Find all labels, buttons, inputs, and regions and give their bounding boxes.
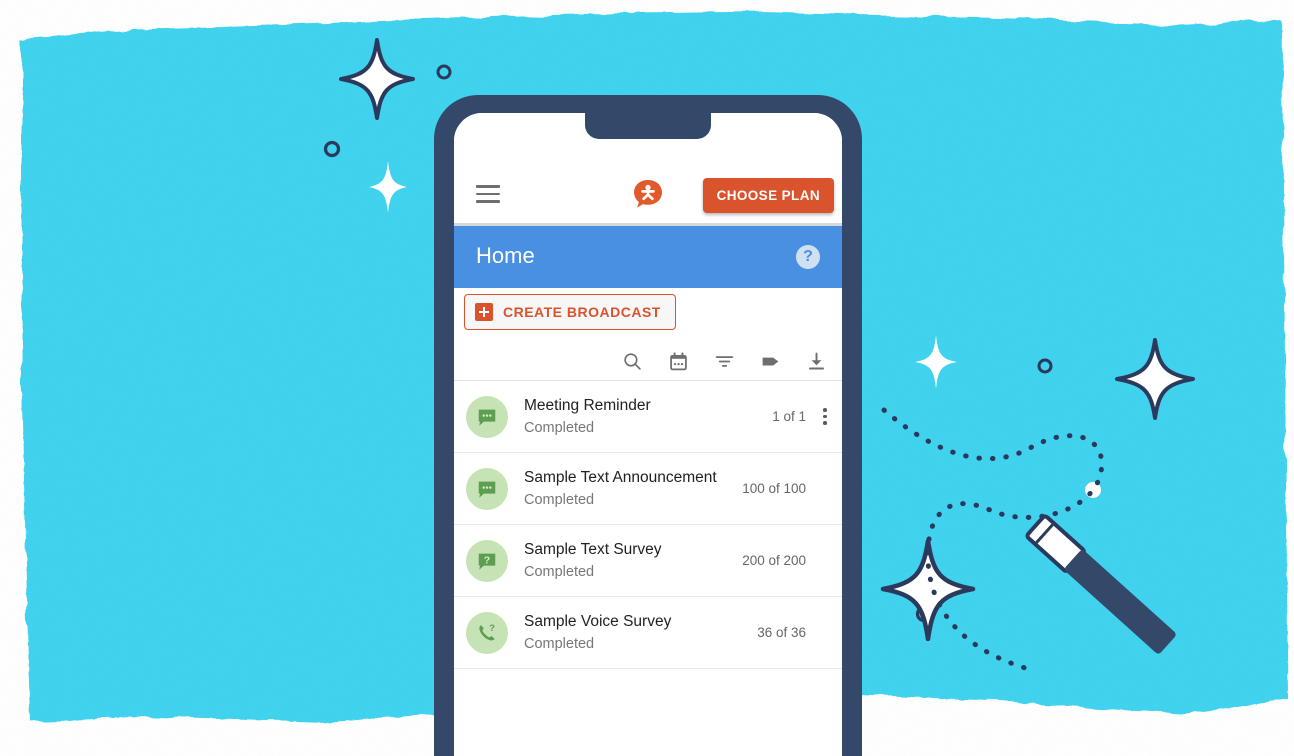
row-title: Sample Text Announcement <box>524 468 717 486</box>
row-title: Sample Text Survey <box>524 540 662 558</box>
table-row[interactable]: Meeting Reminder Completed 1 of 1 <box>454 381 842 453</box>
download-icon[interactable] <box>804 350 828 374</box>
row-count: 1 of 1 <box>772 409 806 424</box>
text-survey-bubble-icon: ? <box>478 553 496 570</box>
svg-text:?: ? <box>489 622 495 633</box>
row-avatar: ? <box>466 539 508 582</box>
list-toolbar <box>454 343 842 381</box>
row-texts: Sample Voice Survey Completed <box>524 612 757 654</box>
choose-plan-button[interactable]: CHOOSE PLAN <box>702 178 834 213</box>
actions-area: CREATE BROADCAST <box>454 288 842 343</box>
create-broadcast-button[interactable]: CREATE BROADCAST <box>464 294 676 330</box>
row-texts: Sample Text Announcement Completed <box>524 468 742 510</box>
row-count: 100 of 100 <box>742 481 806 496</box>
row-status: Completed <box>524 563 595 580</box>
row-overflow-menu-icon[interactable] <box>814 408 836 425</box>
row-title: Sample Voice Survey <box>524 612 672 630</box>
row-avatar <box>466 395 508 438</box>
table-row[interactable]: ? Sample Text Survey Completed 200 of 20… <box>454 525 842 597</box>
row-texts: Sample Text Survey Completed <box>524 540 742 582</box>
tag-icon[interactable] <box>758 350 782 374</box>
text-message-bubble-icon <box>478 481 496 498</box>
voice-survey-phone-icon: ? <box>479 622 495 640</box>
screenshot-stage: CHOOSE PLAN Home ? CREATE BROADCAST Meet… <box>0 0 1294 756</box>
phone-notch <box>585 113 711 139</box>
text-message-bubble-icon <box>478 409 496 426</box>
calendar-icon[interactable] <box>666 350 690 374</box>
filter-icon[interactable] <box>712 350 736 374</box>
row-title: Meeting Reminder <box>524 396 651 414</box>
row-avatar <box>466 467 508 510</box>
row-count: 36 of 36 <box>757 625 806 640</box>
broadcast-list: Meeting Reminder Completed 1 of 1 Sample… <box>454 381 842 669</box>
create-broadcast-label: CREATE BROADCAST <box>503 304 661 320</box>
row-status: Completed <box>524 635 595 652</box>
row-avatar: ? <box>466 611 508 654</box>
row-texts: Meeting Reminder Completed <box>524 396 772 438</box>
row-count: 200 of 200 <box>742 553 806 568</box>
page-title: Home <box>476 243 535 268</box>
table-row[interactable]: ? Sample Voice Survey Completed 36 of 36 <box>454 597 842 669</box>
plus-icon <box>475 303 493 321</box>
row-status: Completed <box>524 491 595 508</box>
phone-screen: CHOOSE PLAN Home ? CREATE BROADCAST Meet… <box>454 113 842 756</box>
table-row[interactable]: Sample Text Announcement Completed 100 o… <box>454 453 842 525</box>
help-question-icon[interactable]: ? <box>796 245 820 269</box>
svg-text:?: ? <box>484 554 490 566</box>
speech-bubble-person-logo[interactable] <box>632 178 664 210</box>
page-header-bar: Home ? <box>454 226 842 288</box>
phone-mockup: CHOOSE PLAN Home ? CREATE BROADCAST Meet… <box>434 95 862 756</box>
row-status: Completed <box>524 419 595 436</box>
hamburger-menu-icon[interactable] <box>476 185 500 203</box>
search-icon[interactable] <box>620 350 644 374</box>
